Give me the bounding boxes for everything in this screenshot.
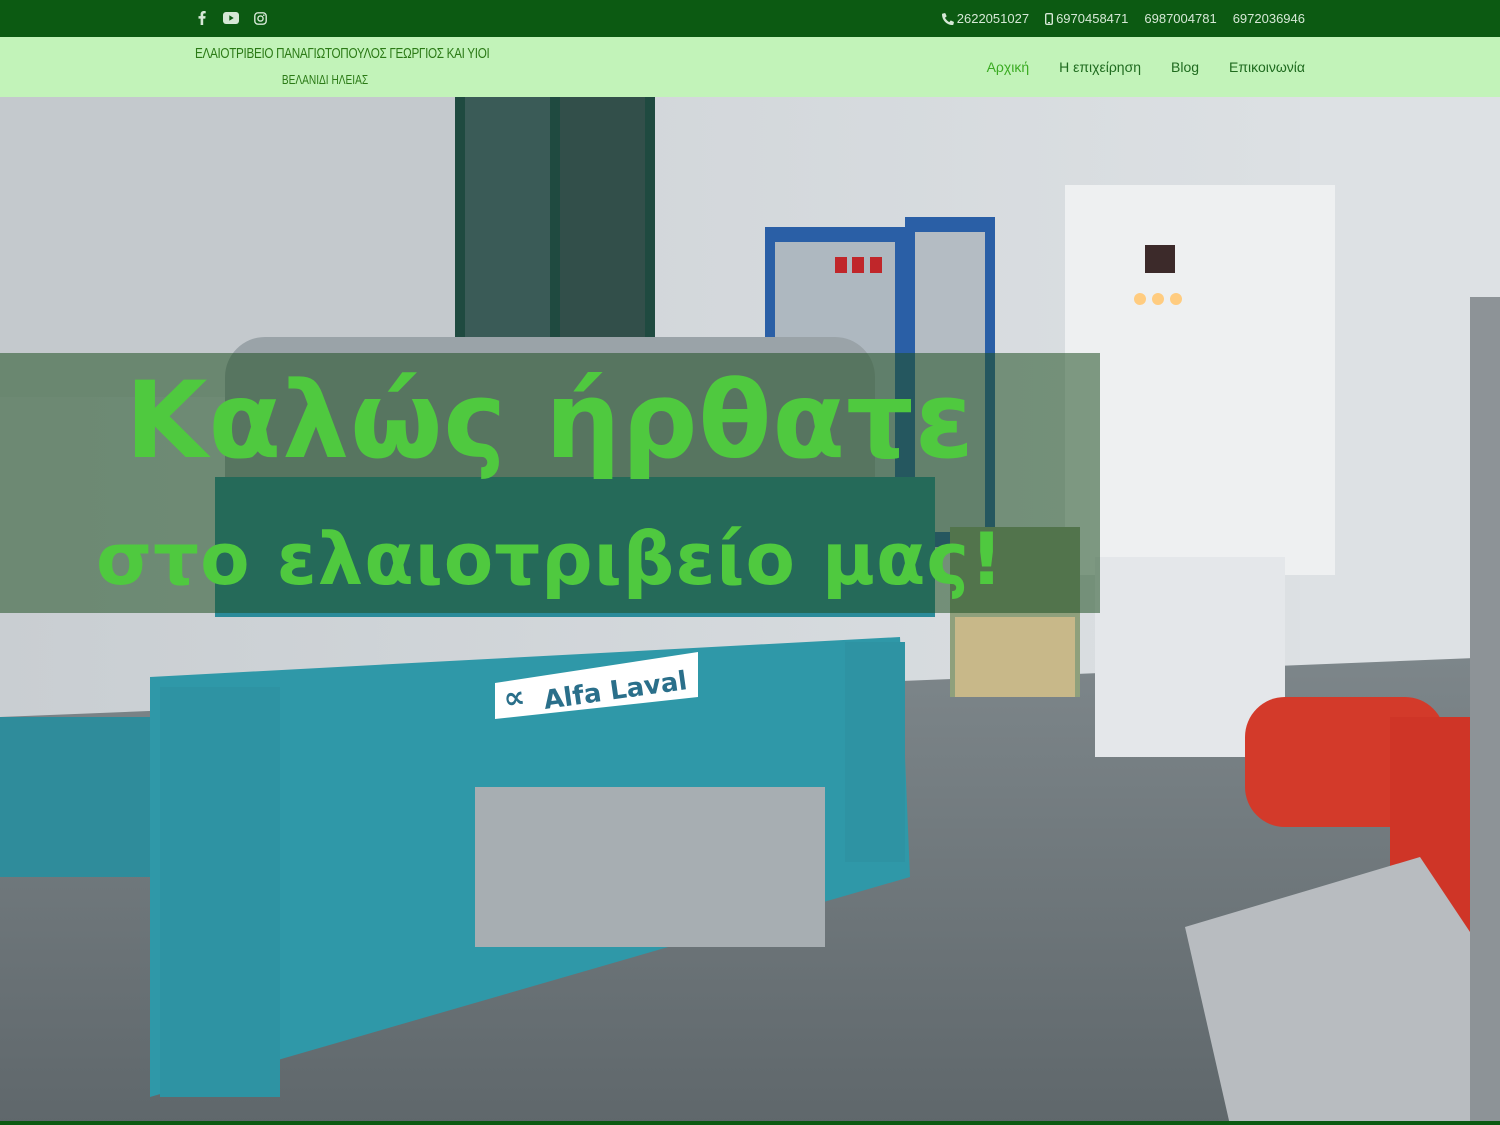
nav-item-contact[interactable]: Επικοινωνία <box>1229 59 1305 75</box>
nav-item-home[interactable]: Αρχική <box>987 59 1030 75</box>
instagram-icon[interactable] <box>253 10 267 26</box>
footer-divider <box>0 1121 1500 1125</box>
phone-icon <box>941 12 954 25</box>
facebook-icon[interactable] <box>195 10 209 26</box>
site-logo[interactable]: ΕΛΑΙΟΤΡΙΒΕΙΟ ΠΑΝΑΓΙΩΤΟΠΟΥΛΟΣ ΓΕΩΡΓΙΟΣ ΚΑ… <box>195 45 490 95</box>
mobile-phones: 6970458471 6987004781 6972036946 <box>1045 11 1305 26</box>
top-bar: 2622051027 6970458471 6987004781 6972036… <box>0 0 1500 37</box>
mobile-phone-icon <box>1045 12 1054 25</box>
hero-section: ∝ Alfa Laval Καλώς ήρθατε στο ελαιοτριβε… <box>0 97 1500 1125</box>
logo-location: ΒΕΛΑΝΙΔΙ ΗΛΕΙΑΣ <box>281 72 369 87</box>
hero-subheadline: στο ελαιοτριβείο μας! <box>96 517 1004 601</box>
social-links <box>195 10 267 26</box>
landline-phone[interactable]: 2622051027 <box>941 11 1030 26</box>
logo-company-name: ΕΛΑΙΟΤΡΙΒΕΙΟ ΠΑΝΑΓΙΩΤΟΠΟΥΛΟΣ ΓΕΩΡΓΙΟΣ ΚΑ… <box>195 45 490 62</box>
mobile-number-1[interactable]: 6970458471 <box>1056 11 1128 26</box>
contact-phones: 2622051027 6970458471 6987004781 6972036… <box>941 11 1305 26</box>
hero-headline: Καλώς ήρθατε <box>125 359 975 482</box>
nav-item-blog[interactable]: Blog <box>1171 59 1199 75</box>
youtube-icon[interactable] <box>223 10 239 26</box>
mobile-number-2[interactable]: 6987004781 <box>1144 11 1216 26</box>
main-nav: Αρχική Η επιχείρηση Blog Επικοινωνία <box>987 59 1305 75</box>
landline-number: 2622051027 <box>956 11 1030 26</box>
site-header: ΕΛΑΙΟΤΡΙΒΕΙΟ ΠΑΝΑΓΙΩΤΟΠΟΥΛΟΣ ΓΕΩΡΓΙΟΣ ΚΑ… <box>0 37 1500 97</box>
mobile-number-3[interactable]: 6972036946 <box>1233 11 1305 26</box>
nav-item-company[interactable]: Η επιχείρηση <box>1059 59 1141 75</box>
